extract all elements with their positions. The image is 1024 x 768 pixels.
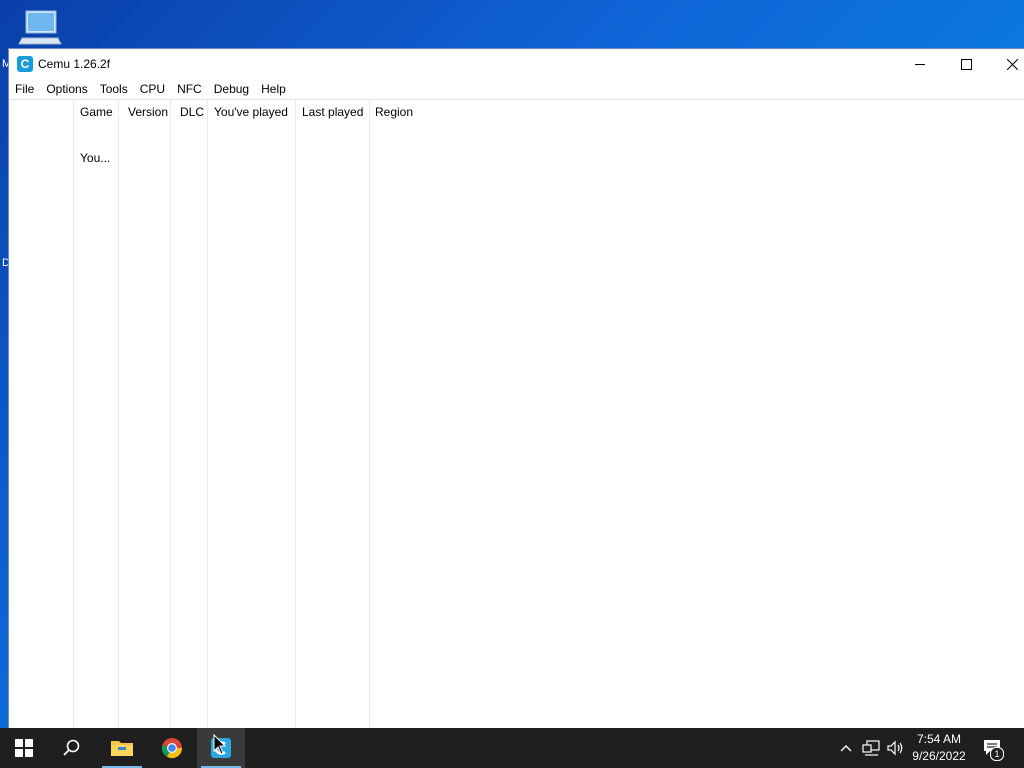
menu-tools[interactable]: Tools bbox=[94, 79, 134, 99]
icon-column bbox=[9, 100, 74, 728]
chrome-icon bbox=[161, 738, 183, 759]
column-game bbox=[74, 100, 119, 728]
column-dlc bbox=[171, 100, 208, 728]
column-header-dlc[interactable]: DLC bbox=[174, 100, 204, 124]
menu-debug[interactable]: Debug bbox=[208, 79, 255, 99]
column-header-last-played[interactable]: Last played bbox=[296, 100, 363, 124]
maximize-icon bbox=[960, 58, 972, 70]
network-button[interactable] bbox=[860, 728, 882, 768]
menu-help[interactable]: Help bbox=[255, 79, 292, 99]
taskbar-file-explorer[interactable] bbox=[98, 728, 146, 768]
taskbar-chrome[interactable] bbox=[148, 728, 196, 768]
search-icon bbox=[63, 739, 80, 756]
close-icon bbox=[1006, 58, 1018, 70]
windows-logo-icon bbox=[15, 739, 33, 757]
start-button[interactable] bbox=[0, 728, 48, 768]
clock-date: 9/26/2022 bbox=[912, 749, 966, 763]
this-pc-desktop-icon[interactable] bbox=[18, 8, 62, 48]
column-version bbox=[119, 100, 171, 728]
game-list[interactable]: Game Version DLC You've played Last play… bbox=[9, 100, 1024, 728]
title-bar[interactable]: C Cemu 1.26.2f bbox=[9, 49, 1024, 79]
chevron-up-icon bbox=[840, 745, 852, 752]
menu-nfc[interactable]: NFC bbox=[171, 79, 208, 99]
maximize-button[interactable] bbox=[943, 49, 989, 79]
menu-cpu[interactable]: CPU bbox=[134, 79, 171, 99]
game-row-title[interactable]: You... bbox=[80, 151, 110, 165]
column-header-game[interactable]: Game bbox=[74, 100, 113, 124]
show-hidden-icons-button[interactable] bbox=[836, 728, 856, 768]
taskbar: 7:54 AM 9/26/2022 1 bbox=[0, 728, 1024, 768]
speaker-icon bbox=[887, 740, 903, 756]
clock-time: 7:54 AM bbox=[916, 732, 962, 746]
search-button[interactable] bbox=[48, 728, 96, 768]
minimize-icon bbox=[915, 63, 925, 65]
network-icon bbox=[862, 740, 880, 756]
volume-button[interactable] bbox=[884, 728, 906, 768]
cemu-app-icon: C bbox=[17, 56, 33, 72]
mouse-cursor-icon bbox=[213, 734, 227, 755]
taskbar-clock[interactable]: 7:54 AM 9/26/2022 bbox=[905, 731, 973, 765]
folder-icon bbox=[111, 741, 133, 756]
menu-bar: File Options Tools CPU NFC Debug Help bbox=[9, 79, 1024, 100]
action-center-button[interactable]: 1 bbox=[978, 728, 1008, 768]
window-title: Cemu 1.26.2f bbox=[38, 57, 111, 71]
menu-file[interactable]: File bbox=[9, 79, 40, 99]
column-header-version[interactable]: Version bbox=[122, 100, 168, 124]
column-header-region[interactable]: Region bbox=[369, 100, 413, 124]
column-played bbox=[208, 100, 296, 728]
close-button[interactable] bbox=[989, 49, 1024, 79]
cemu-window: C Cemu 1.26.2f File Options Tools CPU NF… bbox=[8, 48, 1024, 728]
minimize-button[interactable] bbox=[897, 49, 943, 79]
column-header-played[interactable]: You've played bbox=[208, 100, 288, 124]
notification-count-badge: 1 bbox=[990, 747, 1004, 761]
menu-options[interactable]: Options bbox=[40, 79, 93, 99]
column-last-played bbox=[296, 100, 370, 728]
